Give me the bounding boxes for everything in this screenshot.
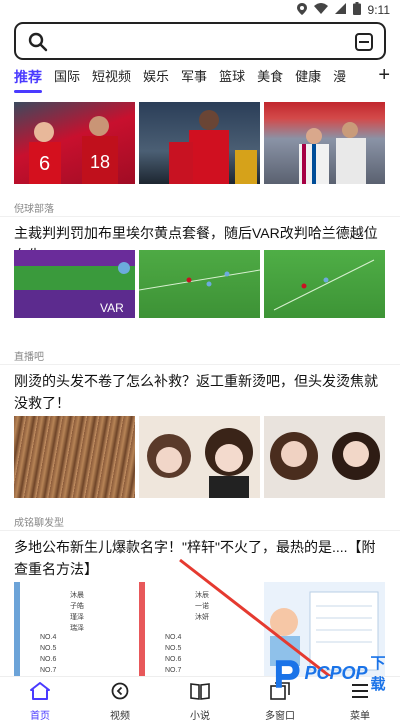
news-thumbnail[interactable]: VAR xyxy=(14,250,135,318)
tab-comics[interactable]: 漫 xyxy=(327,66,352,88)
tab-military[interactable]: 军事 xyxy=(175,66,213,88)
svg-text:VAR: VAR xyxy=(100,301,124,315)
tab-entertainment[interactable]: 娱乐 xyxy=(137,66,175,88)
nav-home[interactable]: 首页 xyxy=(0,677,80,720)
scan-icon[interactable] xyxy=(354,32,374,57)
divider xyxy=(0,364,400,365)
search-icon xyxy=(28,32,48,57)
category-tabs: 推荐 国际 短视频 娱乐 军事 篮球 美食 健康 漫 + xyxy=(0,64,400,93)
search-bar[interactable] xyxy=(14,22,386,60)
divider xyxy=(0,530,400,531)
divider xyxy=(0,216,400,217)
play-circle-icon xyxy=(111,682,129,705)
nav-novel[interactable]: 小说 xyxy=(160,677,240,720)
nav-video[interactable]: 视频 xyxy=(80,677,160,720)
tab-short-video[interactable]: 短视频 xyxy=(86,66,137,88)
news-thumbnail[interactable]: 沐晨 子皓 瑾泽 瑞泽 NO.4 NO.5 NO.6 NO.7 xyxy=(14,582,135,676)
news-thumbnail[interactable]: 6 18 xyxy=(14,102,135,184)
news-source: 直播吧 xyxy=(14,352,44,363)
news-thumbnail[interactable] xyxy=(264,250,385,318)
svg-text:6: 6 xyxy=(39,153,50,175)
status-bar: 9:11 xyxy=(0,0,400,18)
news-thumbnail[interactable] xyxy=(264,102,385,184)
news-thumbnail[interactable] xyxy=(139,102,260,184)
tab-recommend[interactable]: 推荐 xyxy=(14,66,48,88)
tab-health[interactable]: 健康 xyxy=(289,66,327,88)
location-icon xyxy=(296,2,307,18)
tab-international[interactable]: 国际 xyxy=(48,66,86,88)
tab-basketball[interactable]: 篮球 xyxy=(213,66,251,88)
battery-icon xyxy=(352,2,361,18)
news-source: 倪球部落 xyxy=(14,204,54,215)
news-headline[interactable]: 刚烫的头发不卷了怎么补救？返工重新烫吧，但头发烫焦就没救了！ xyxy=(14,370,386,414)
news-thumbnail[interactable] xyxy=(14,416,135,498)
book-icon xyxy=(190,682,210,705)
news-thumbnail[interactable] xyxy=(264,416,385,498)
news-source: 成铭聊发型 xyxy=(14,518,64,529)
wifi-icon xyxy=(313,3,328,17)
watermark-logo: PCPOP 下载 xyxy=(272,652,400,694)
status-time: 9:11 xyxy=(367,3,390,17)
tab-food[interactable]: 美食 xyxy=(251,66,289,88)
svg-text:18: 18 xyxy=(90,152,110,172)
home-icon xyxy=(30,682,50,705)
signal-icon xyxy=(334,3,346,17)
add-channel-icon[interactable]: + xyxy=(372,64,390,87)
tab-indicator xyxy=(14,90,42,93)
watermark-icon xyxy=(275,660,300,688)
news-thumbnail[interactable] xyxy=(139,416,260,498)
news-headline[interactable]: 多地公布新生儿爆款名字！"梓轩"不火了，最热的是....【附查重名方法】 xyxy=(14,536,386,580)
news-thumbnail[interactable]: 沐辰 一诺 沐妍 NO.4 NO.5 NO.6 NO.7 xyxy=(139,582,260,676)
news-thumbnail[interactable] xyxy=(139,250,260,318)
